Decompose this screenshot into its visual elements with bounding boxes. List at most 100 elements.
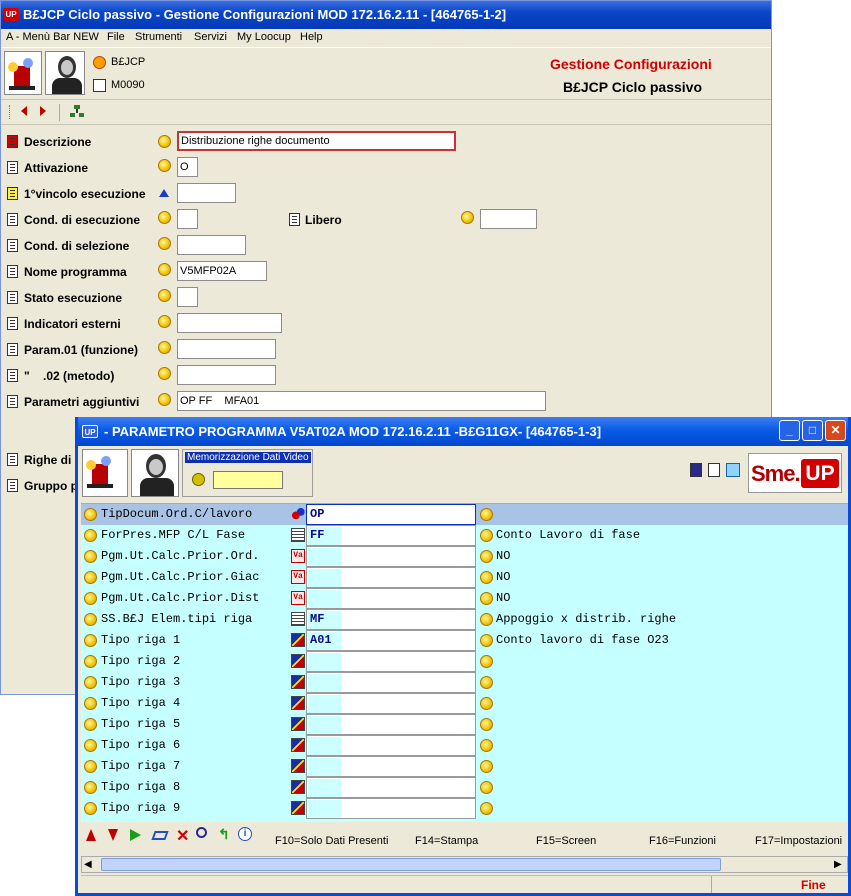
lookup-icon[interactable] xyxy=(158,393,171,406)
delete-icon[interactable]: ✕ xyxy=(176,826,189,846)
param-value-field[interactable]: A01 xyxy=(306,630,476,651)
table-row[interactable]: Tipo riga 5 xyxy=(81,714,848,735)
menu-item-file[interactable]: File xyxy=(107,31,125,43)
lookup-icon[interactable] xyxy=(84,718,97,731)
document-icon[interactable] xyxy=(708,463,720,477)
param-value-field[interactable]: OP xyxy=(306,504,476,525)
lookup-icon[interactable] xyxy=(480,781,493,794)
fkey-f16[interactable]: F16=Funzioni xyxy=(649,835,716,847)
back-arrow-icon[interactable] xyxy=(21,106,27,116)
lookup-icon[interactable] xyxy=(84,550,97,563)
close-button[interactable]: ✕ xyxy=(825,420,846,441)
param-value-field[interactable] xyxy=(306,567,476,588)
param-value-field[interactable] xyxy=(306,693,476,714)
lookup-icon[interactable] xyxy=(158,237,171,250)
lookup-icon[interactable] xyxy=(480,508,493,521)
stato-esecuzione-field[interactable] xyxy=(177,287,198,307)
fkey-f15[interactable]: F15=Screen xyxy=(536,835,596,847)
memo-input[interactable] xyxy=(213,471,283,489)
param02-field[interactable] xyxy=(177,365,276,385)
smeup-avatar-icon[interactable] xyxy=(82,449,128,497)
ball-icon[interactable] xyxy=(291,507,305,521)
attivazione-field[interactable]: O xyxy=(177,157,198,177)
lookup-icon[interactable] xyxy=(84,634,97,647)
lookup-icon[interactable] xyxy=(480,571,493,584)
lookup-icon[interactable] xyxy=(480,529,493,542)
lookup-icon[interactable] xyxy=(84,760,97,773)
va-icon[interactable]: Va xyxy=(291,570,305,584)
monitor-icon[interactable] xyxy=(690,463,702,477)
lookup-icon[interactable] xyxy=(158,135,171,148)
lookup-icon[interactable] xyxy=(461,211,474,224)
table-row[interactable]: Pgm.Ut.Calc.Prior.Giac Va NO xyxy=(81,567,848,588)
lookup-icon[interactable] xyxy=(480,592,493,605)
dialog-title-bar[interactable]: UP - PARAMETRO PROGRAMMA V5AT02A MOD 172… xyxy=(78,417,848,446)
lookup-icon[interactable] xyxy=(158,341,171,354)
lookup-icon[interactable] xyxy=(158,315,171,328)
lookup-icon[interactable] xyxy=(480,634,493,647)
menu-item-strumenti[interactable]: Strumenti xyxy=(135,31,182,43)
book-open-icon[interactable] xyxy=(726,463,740,477)
lookup-icon[interactable] xyxy=(480,655,493,668)
fkey-f10[interactable]: F10=Solo Dati Presenti xyxy=(275,835,388,847)
lookup-icon[interactable] xyxy=(84,802,97,815)
param-value-field[interactable] xyxy=(306,546,476,567)
search-icon[interactable] xyxy=(196,827,207,838)
table-icon[interactable] xyxy=(291,528,305,542)
menu-item-servizi[interactable]: Servizi xyxy=(194,31,227,43)
menu-item-my-loocup[interactable]: My Loocup xyxy=(237,31,291,43)
table-row[interactable]: Tipo riga 2 xyxy=(81,651,848,672)
table-row[interactable]: Tipo riga 7 xyxy=(81,756,848,777)
fkey-f14[interactable]: F14=Stampa xyxy=(415,835,478,847)
param-value-field[interactable] xyxy=(306,756,476,777)
xs-icon[interactable] xyxy=(291,801,305,815)
param-value-field[interactable] xyxy=(306,672,476,693)
param-value-field[interactable] xyxy=(306,588,476,609)
indicatori-esterni-field[interactable] xyxy=(177,313,282,333)
lookup-icon[interactable] xyxy=(84,697,97,710)
menu-item-menubar[interactable]: A - Menù Bar NEW xyxy=(6,31,99,43)
return-arrow-icon[interactable]: ↰ xyxy=(218,826,230,843)
lookup-icon[interactable] xyxy=(480,676,493,689)
va-icon[interactable]: Va xyxy=(291,591,305,605)
xs-icon[interactable] xyxy=(291,738,305,752)
lookup-icon[interactable] xyxy=(84,613,97,626)
lookup-icon[interactable] xyxy=(84,571,97,584)
menu-item-help[interactable]: Help xyxy=(300,31,323,43)
table-row[interactable]: Tipo riga 3 xyxy=(81,672,848,693)
lookup-icon[interactable] xyxy=(480,613,493,626)
xs-icon[interactable] xyxy=(291,654,305,668)
smeup-avatar-icon[interactable] xyxy=(4,51,42,95)
lookup-icon[interactable] xyxy=(480,802,493,815)
lookup-icon[interactable] xyxy=(84,508,97,521)
lookup-icon[interactable] xyxy=(480,550,493,563)
param-value-field[interactable] xyxy=(306,798,476,819)
lookup-icon[interactable] xyxy=(84,529,97,542)
param01-field[interactable] xyxy=(177,339,276,359)
lookup-icon[interactable] xyxy=(480,760,493,773)
lookup-icon[interactable] xyxy=(84,655,97,668)
scroll-left-icon[interactable]: ◀ xyxy=(84,859,92,870)
xs-icon[interactable] xyxy=(291,717,305,731)
play-icon[interactable] xyxy=(130,829,141,841)
table-row[interactable]: Pgm.Ut.Calc.Prior.Dist Va NO xyxy=(81,588,848,609)
descrizione-field[interactable]: Distribuzione righe documento xyxy=(177,131,456,151)
arrow-down-icon[interactable] xyxy=(108,829,118,841)
vincolo-field[interactable] xyxy=(177,183,236,203)
table-icon[interactable] xyxy=(291,612,305,626)
triangle-icon[interactable] xyxy=(159,189,169,197)
lookup-icon[interactable] xyxy=(480,697,493,710)
xs-icon[interactable] xyxy=(291,780,305,794)
cond-selezione-field[interactable] xyxy=(177,235,246,255)
va-icon[interactable]: Va xyxy=(291,549,305,563)
user-avatar[interactable] xyxy=(45,51,85,95)
arrow-up-icon[interactable] xyxy=(86,829,96,841)
lookup-icon[interactable] xyxy=(84,739,97,752)
lookup-icon[interactable] xyxy=(158,159,171,172)
lookup-icon[interactable] xyxy=(84,592,97,605)
xs-icon[interactable] xyxy=(291,675,305,689)
parametri-aggiuntivi-field[interactable]: OP FF MFA01 xyxy=(177,391,546,411)
table-row[interactable]: Pgm.Ut.Calc.Prior.Ord. Va NO xyxy=(81,546,848,567)
table-row[interactable]: SS.B£J Elem.tipi riga MF Appoggio x distri… xyxy=(81,609,848,630)
tree-structure-icon[interactable] xyxy=(70,105,84,119)
